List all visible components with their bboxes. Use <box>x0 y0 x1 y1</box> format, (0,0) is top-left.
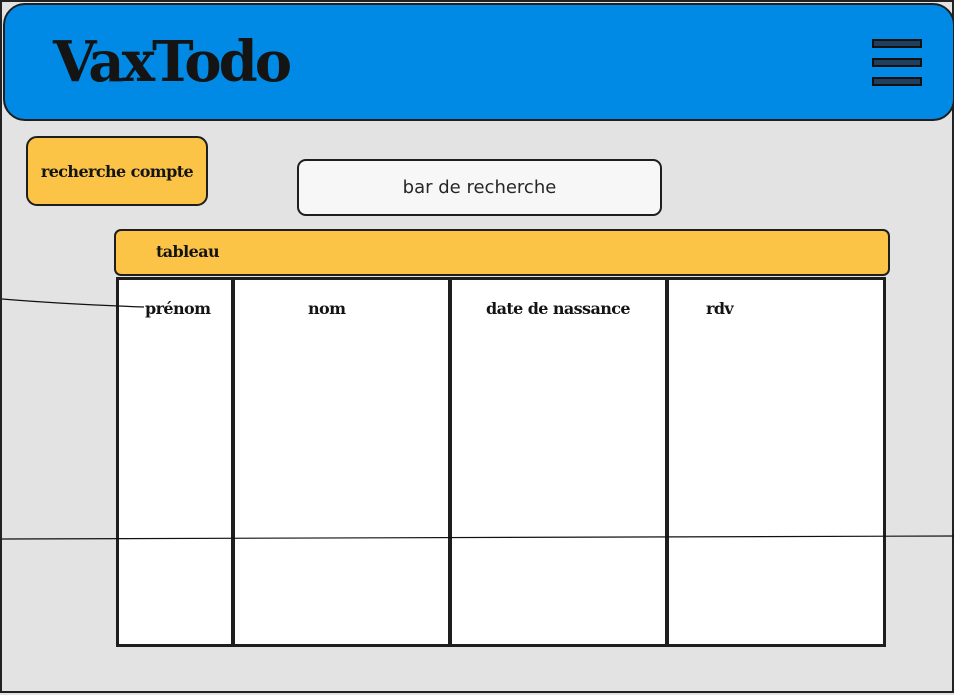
column-header-nom[interactable]: nom <box>308 299 346 318</box>
app-header: VaxTodo <box>3 3 954 121</box>
column-header-rdv[interactable]: rdv <box>706 299 734 318</box>
app-title: VaxTodo <box>53 29 292 95</box>
account-search-button[interactable]: recherche compte <box>26 136 208 206</box>
column-divider <box>665 280 669 644</box>
hamburger-menu-icon[interactable] <box>872 39 922 89</box>
column-header-prenom[interactable]: prénom <box>145 299 211 318</box>
menu-bar <box>872 58 922 67</box>
column-divider <box>448 280 452 644</box>
table-title: tableau <box>156 242 220 261</box>
table-title-bar: tableau <box>114 229 890 276</box>
menu-bar <box>872 77 922 86</box>
search-input[interactable]: bar de recherche <box>297 159 662 216</box>
column-divider <box>231 280 235 644</box>
data-table: prénom nom date de nassance rdv <box>116 277 886 647</box>
menu-bar <box>872 39 922 48</box>
column-header-date-de-naissance[interactable]: date de nassance <box>486 299 631 318</box>
wireframe-canvas: VaxTodo recherche compte bar de recherch… <box>0 0 954 693</box>
